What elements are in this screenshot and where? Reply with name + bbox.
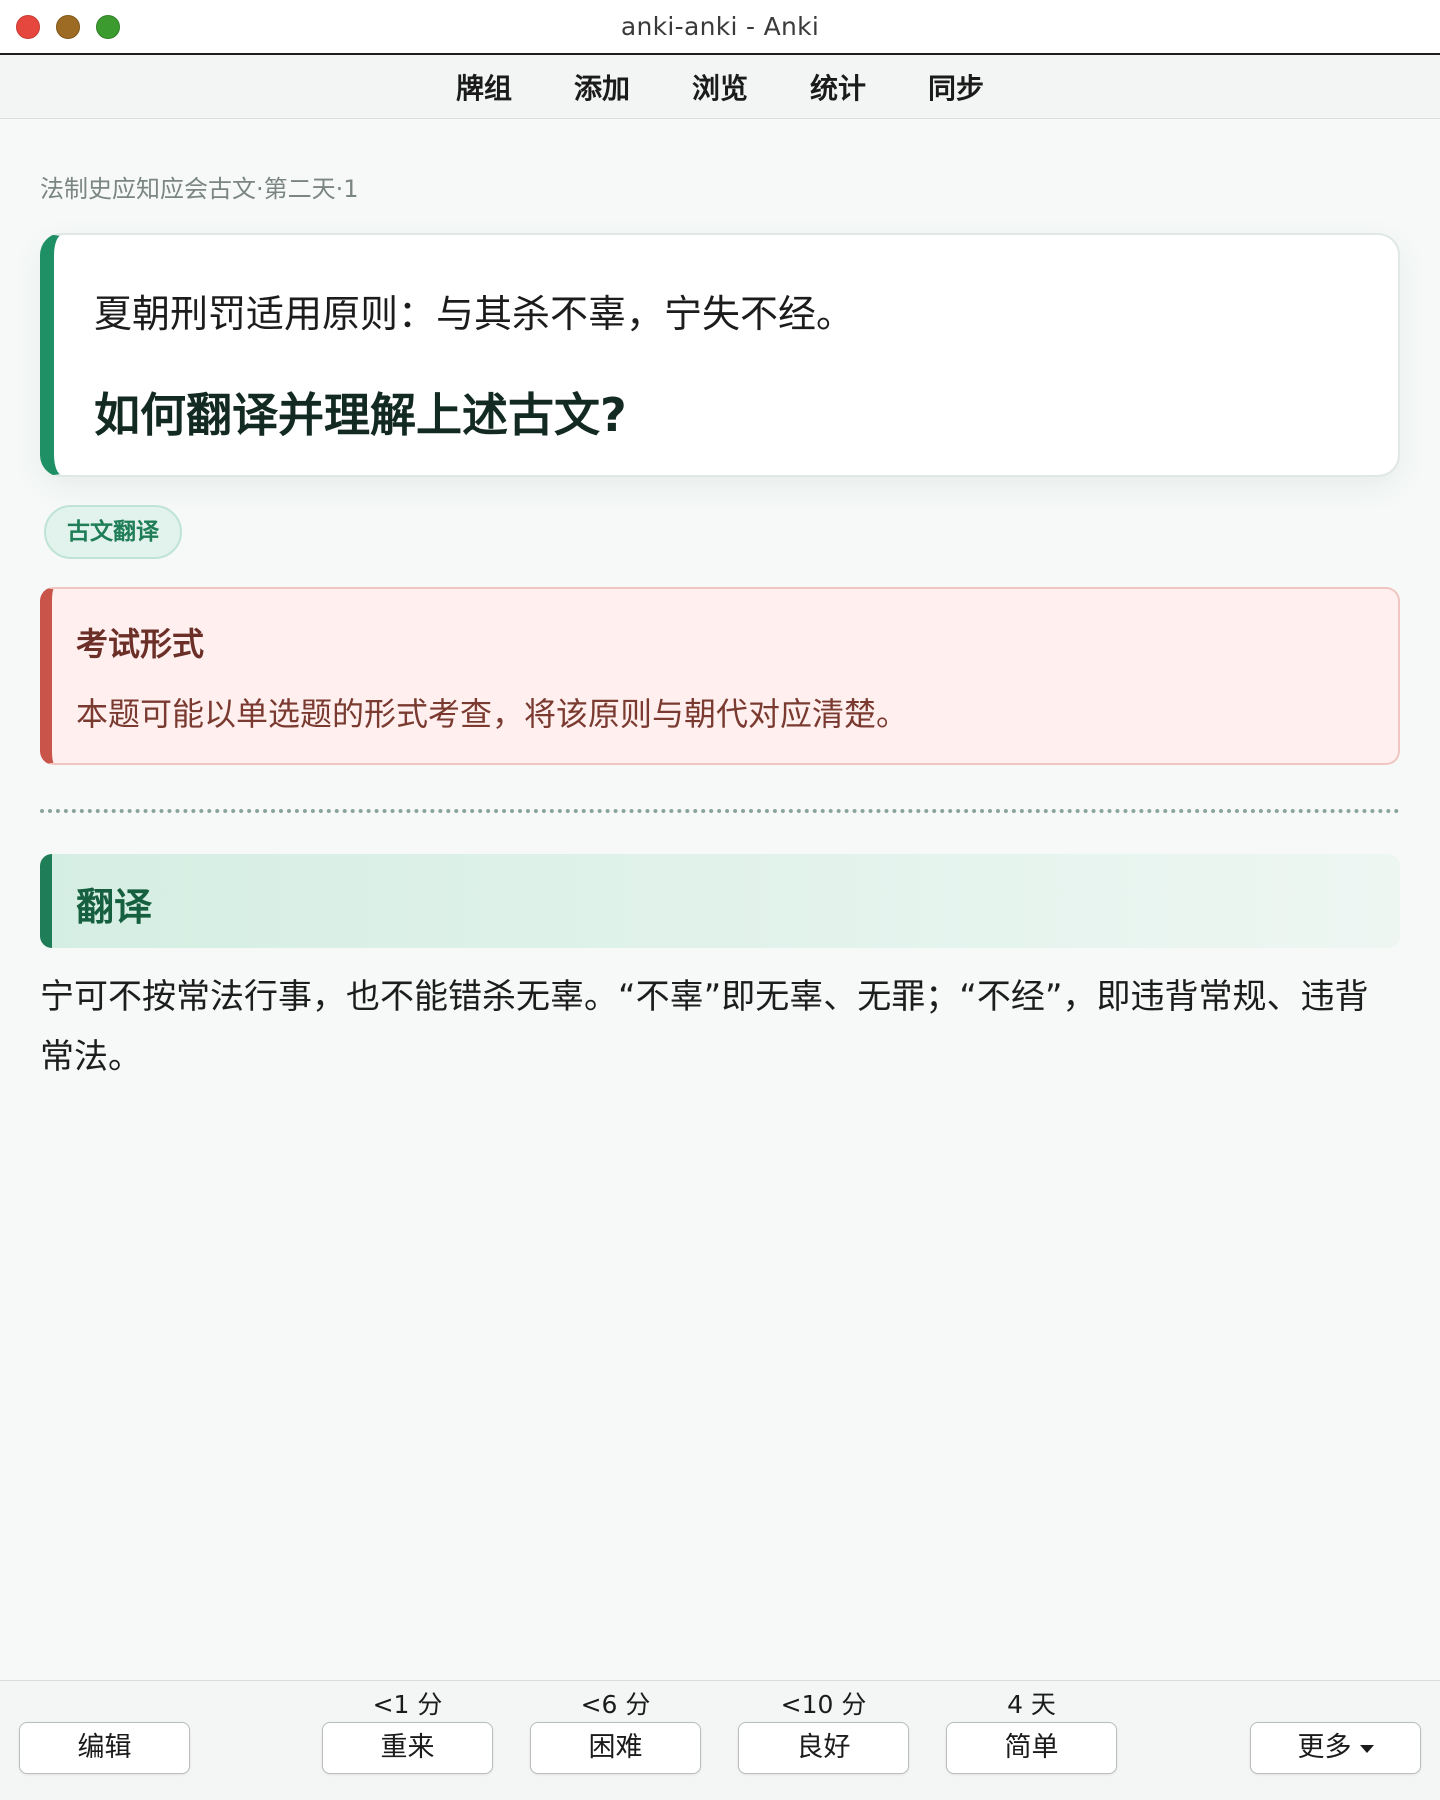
exam-format-box: 考试形式 本题可能以单选题的形式考查，将该原则与朝代对应清楚。: [40, 587, 1400, 765]
hard-interval: <6 分: [580, 1690, 651, 1719]
edit-button[interactable]: 编辑: [19, 1722, 190, 1774]
question-prompt: 如何翻译并理解上述古文?: [94, 388, 627, 442]
translation-body: 宁可不按常法行事，也不能错杀无辜。“不辜”即无辜、无罪；“不经”，即违背常规、违…: [40, 977, 1369, 1077]
anki-window: anki-anki - Anki 牌组 添加 浏览 统计 同步 法制史应知应会古…: [0, 0, 1440, 1800]
question-text: 夏朝刑罚适用原则：与其杀不辜，宁失不经。: [94, 292, 855, 336]
again-button[interactable]: 重来: [322, 1722, 493, 1774]
more-button[interactable]: 更多: [1250, 1722, 1421, 1774]
again-interval: <1 分: [372, 1690, 443, 1719]
translation-title: 翻译: [76, 885, 153, 929]
main-toolbar: 牌组 添加 浏览 统计 同步: [0, 55, 1440, 119]
hard-button[interactable]: 困难: [530, 1722, 701, 1774]
toolbar-browse[interactable]: 浏览: [688, 63, 752, 111]
good-interval: <10 分: [780, 1690, 867, 1719]
toolbar-sync[interactable]: 同步: [924, 63, 988, 111]
easy-interval: 4 天: [1007, 1690, 1056, 1719]
toolbar-decks[interactable]: 牌组: [452, 63, 516, 111]
question-card: 夏朝刑罚适用原则：与其杀不辜，宁失不经。 如何翻译并理解上述古文?: [40, 233, 1400, 477]
deck-path: 法制史应知应会古文·第二天·1: [40, 175, 359, 203]
more-button-label: 更多: [1297, 1732, 1352, 1763]
toolbar-add[interactable]: 添加: [570, 63, 634, 111]
good-button[interactable]: 良好: [738, 1722, 909, 1774]
answer-bar: 编辑 <1 分 重来 <6 分 困难 <10 分 良好 4 天 简单 更多: [0, 1680, 1440, 1800]
exam-format-title: 考试形式: [76, 625, 205, 663]
tag-badge: 古文翻译: [44, 505, 182, 559]
title-bar: anki-anki - Anki: [0, 0, 1440, 55]
window-title: anki-anki - Anki: [620, 12, 820, 41]
translation-header: 翻译: [40, 854, 1400, 948]
toolbar-stats[interactable]: 统计: [806, 63, 870, 111]
exam-format-body: 本题可能以单选题的形式考查，将该原则与朝代对应清楚。: [76, 695, 909, 733]
answer-divider: [40, 809, 1400, 813]
chevron-down-icon: [1359, 1744, 1374, 1753]
easy-button[interactable]: 简单: [946, 1722, 1117, 1774]
